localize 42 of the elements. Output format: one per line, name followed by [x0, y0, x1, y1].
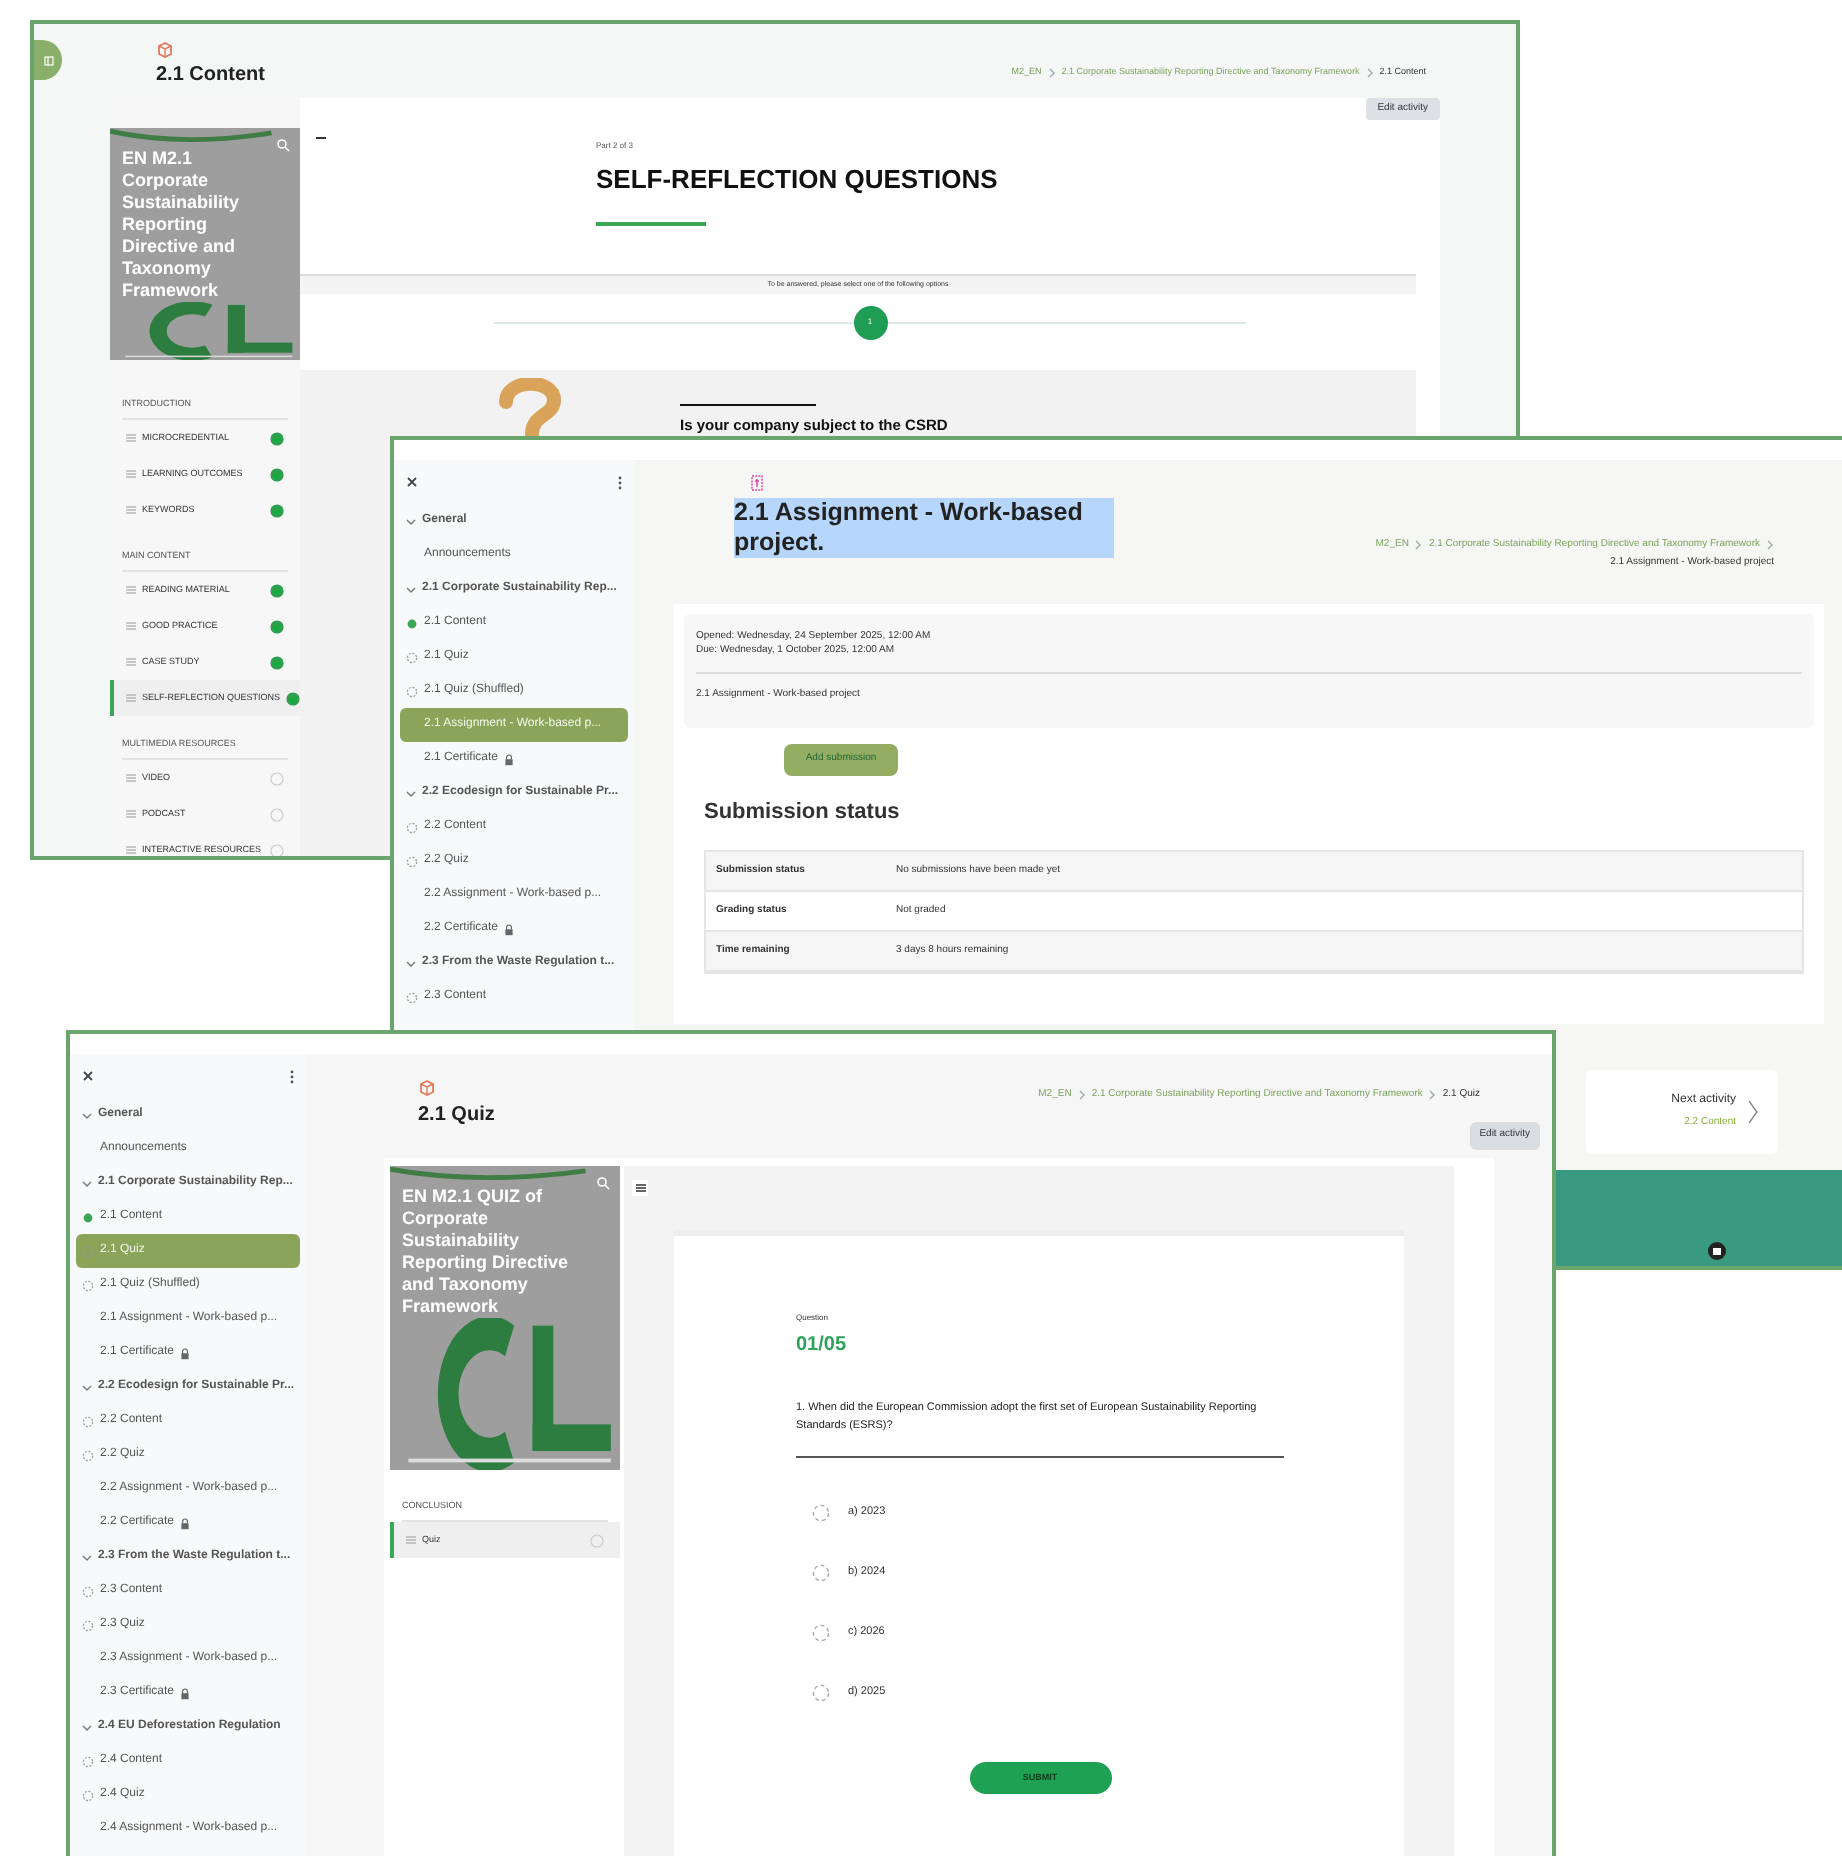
box-icon — [418, 1078, 436, 1096]
chevron-icon — [1047, 67, 1056, 77]
page-icon — [126, 506, 136, 514]
page-icon — [126, 810, 136, 818]
chevron-icon — [1428, 1090, 1437, 1101]
page-icon — [126, 846, 136, 854]
course-title: EN M2.1 QUIZ of Corporate Sustainability Reporting Directive and Taxonomy Framework — [402, 1186, 571, 1318]
page-title: 2.1 Quiz — [418, 1102, 495, 1130]
sidebar-toggle-button[interactable] — [34, 40, 62, 80]
page-icon — [406, 1536, 416, 1544]
page-icon — [126, 470, 136, 478]
page-title: 2.1 Assignment - Work-based project. — [734, 498, 1114, 558]
assignment-icon — [750, 474, 764, 492]
menu-button[interactable] — [632, 1180, 648, 1196]
search-icon — [276, 138, 290, 152]
question-counter: 01/05 — [796, 1332, 849, 1360]
close-button[interactable] — [82, 1070, 94, 1082]
box-icon — [156, 40, 174, 58]
section-heading: Submission status — [704, 798, 902, 829]
page-icon — [126, 774, 136, 782]
minus-icon — [316, 136, 326, 140]
close-button[interactable] — [406, 476, 418, 488]
search-button[interactable] — [596, 1176, 610, 1190]
chevron-icon — [1077, 1090, 1086, 1101]
course-title: EN M2.1 Corporate Sustainability Reporting Directive and Taxonomy Framework — [122, 148, 242, 302]
page-title: 2.1 Content — [156, 62, 265, 90]
page-icon — [126, 694, 136, 702]
panel-icon — [43, 55, 53, 65]
page-icon — [126, 658, 136, 666]
page-icon — [126, 586, 136, 594]
search-icon — [596, 1176, 610, 1190]
page-icon — [126, 622, 136, 630]
search-button[interactable] — [276, 138, 290, 152]
menu-icon — [635, 1184, 645, 1192]
section-heading: SELF-REFLECTION QUESTIONS — [596, 162, 998, 198]
close-icon — [82, 1070, 94, 1082]
chevron-icon — [1766, 540, 1774, 550]
chevron-icon — [1414, 540, 1423, 550]
page-icon — [126, 434, 136, 442]
close-icon — [406, 476, 418, 488]
chevron-right-icon — [1748, 1100, 1758, 1124]
chevron-icon — [1365, 67, 1374, 77]
